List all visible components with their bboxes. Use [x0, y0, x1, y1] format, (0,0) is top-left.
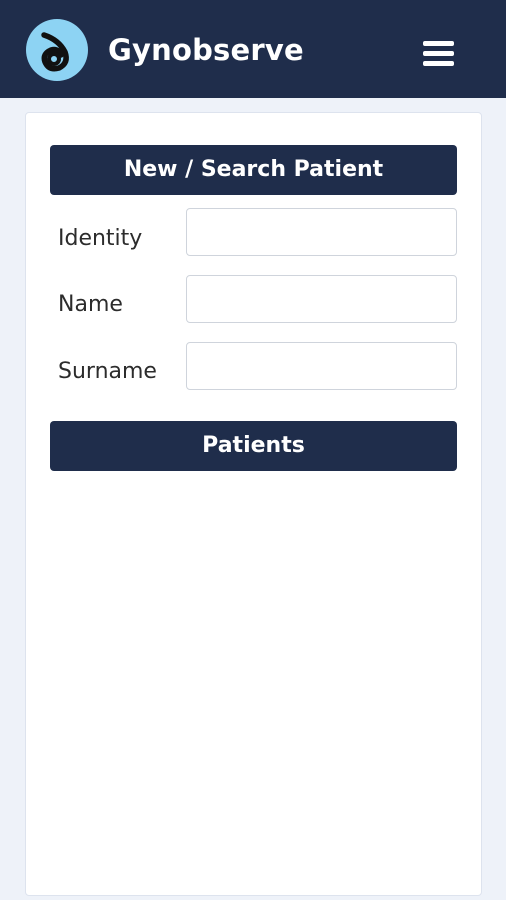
patients-header[interactable]: Patients: [50, 421, 457, 471]
surname-input[interactable]: [186, 342, 457, 390]
app-title: Gynobserve: [108, 33, 304, 67]
gynobserve-logo-icon[interactable]: [25, 18, 89, 82]
name-label: Name: [58, 292, 123, 317]
identity-label: Identity: [58, 226, 143, 251]
hamburger-menu-icon[interactable]: [420, 36, 458, 70]
name-input[interactable]: [186, 275, 457, 323]
app-header: Gynobserve: [0, 0, 506, 98]
identity-input[interactable]: [186, 208, 457, 256]
patients-list: [50, 480, 457, 880]
surname-label: Surname: [58, 359, 157, 384]
new-search-patient-header[interactable]: New / Search Patient: [50, 145, 457, 195]
